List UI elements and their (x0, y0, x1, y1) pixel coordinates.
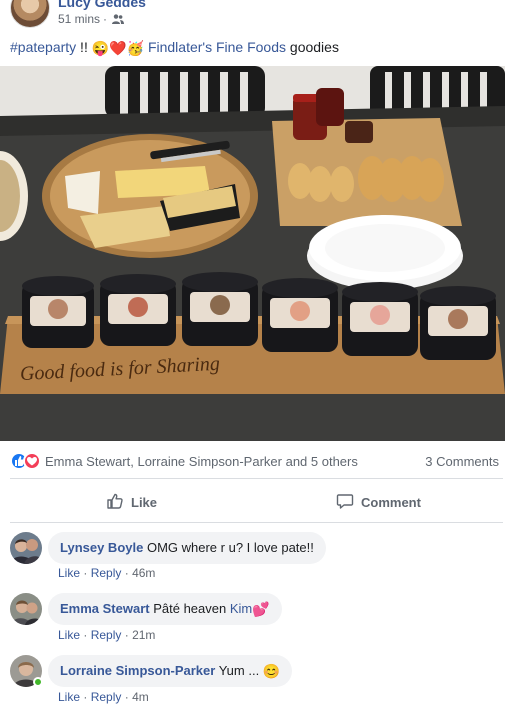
dot-separator: · (124, 690, 129, 704)
commenter-name[interactable]: Emma Stewart (60, 601, 150, 616)
post-text-bang: !! (76, 39, 92, 55)
comment-text: Yum ... (218, 663, 263, 678)
like-label: Like (131, 494, 158, 510)
comment-text: OMG where r u? I love pate!! (146, 540, 314, 555)
meta-separator: · (103, 12, 108, 26)
post-text-tail: goodies (286, 39, 339, 55)
comment-bubble: Emma Stewart Pâté heaven Kim💕 (48, 593, 282, 625)
comment-like-link[interactable]: Like (58, 690, 80, 704)
comment-button[interactable]: Comment (336, 482, 421, 522)
comment-reply-link[interactable]: Reply (91, 566, 122, 580)
dot-separator: · (83, 566, 88, 580)
page-mention-link[interactable]: Findlater's Fine Foods (148, 39, 286, 55)
two-hearts-emoji: 💕 (252, 601, 270, 617)
love-reaction-icon (23, 452, 41, 470)
speech-bubble-icon (336, 492, 354, 513)
party-face-emoji: 🥳 (126, 40, 145, 56)
friends-audience-icon[interactable] (112, 14, 125, 24)
comment-label: Comment (361, 494, 421, 510)
reaction-icons[interactable] (10, 452, 44, 470)
comment-time[interactable]: 21m (132, 628, 155, 642)
reactions-row: Emma Stewart, Lorraine Simpson-Parker an… (0, 448, 505, 472)
post-time[interactable]: 51 mins (58, 12, 100, 26)
dot-separator: · (124, 628, 129, 642)
divider (10, 522, 503, 523)
comment-time[interactable]: 46m (132, 566, 155, 580)
comment-reply-link[interactable]: Reply (91, 628, 122, 642)
author-avatar[interactable] (10, 0, 50, 28)
online-status-indicator (33, 677, 43, 687)
comment-time[interactable]: 4m (132, 690, 149, 704)
commenter-name[interactable]: Lorraine Simpson-Parker (60, 663, 215, 678)
red-heart-emoji: ❤️ (109, 40, 127, 56)
post-photo[interactable]: Good food is for Sharing (0, 66, 505, 441)
comment-like-link[interactable]: Like (58, 628, 80, 642)
comment-text: Pâté heaven (153, 601, 230, 616)
divider (10, 478, 503, 479)
like-button[interactable]: Like (106, 482, 157, 522)
thumbs-up-icon (106, 492, 124, 513)
comment-actions: Like · Reply · 46m (58, 566, 155, 580)
reactors-list[interactable]: Emma Stewart, Lorraine Simpson-Parker an… (45, 454, 358, 469)
commenter-avatar[interactable] (10, 532, 42, 564)
post-text: #pateparty !! 😜❤️🥳 Findlater's Fine Food… (10, 38, 339, 56)
dot-separator: · (124, 566, 129, 580)
commenter-name[interactable]: Lynsey Boyle (60, 540, 143, 555)
dot-separator: · (83, 690, 88, 704)
winking-tongue-emoji: 😜 (91, 40, 110, 56)
hashtag-link[interactable]: #pateparty (10, 39, 76, 55)
mention-link[interactable]: Kim (230, 601, 252, 616)
commenter-avatar[interactable] (10, 593, 42, 625)
comment-actions: Like · Reply · 21m (58, 628, 155, 642)
dot-separator: · (83, 628, 88, 642)
post-header: Lucy Geddes 51 mins · (0, 0, 505, 34)
comment-like-link[interactable]: Like (58, 566, 80, 580)
post-meta: 51 mins · (58, 12, 125, 26)
comment-bubble: Lorraine Simpson-Parker Yum ... 😊 (48, 655, 293, 687)
comment-count[interactable]: 3 Comments (425, 454, 499, 469)
comment-reply-link[interactable]: Reply (91, 690, 122, 704)
comment-bubble: Lynsey Boyle OMG where r u? I love pate!… (48, 532, 326, 564)
author-name[interactable]: Lucy Geddes (58, 0, 146, 10)
post-actions: Like Comment (0, 482, 505, 522)
comment-actions: Like · Reply · 4m (58, 690, 149, 704)
smiling-face-emoji: 😊 (262, 663, 281, 679)
